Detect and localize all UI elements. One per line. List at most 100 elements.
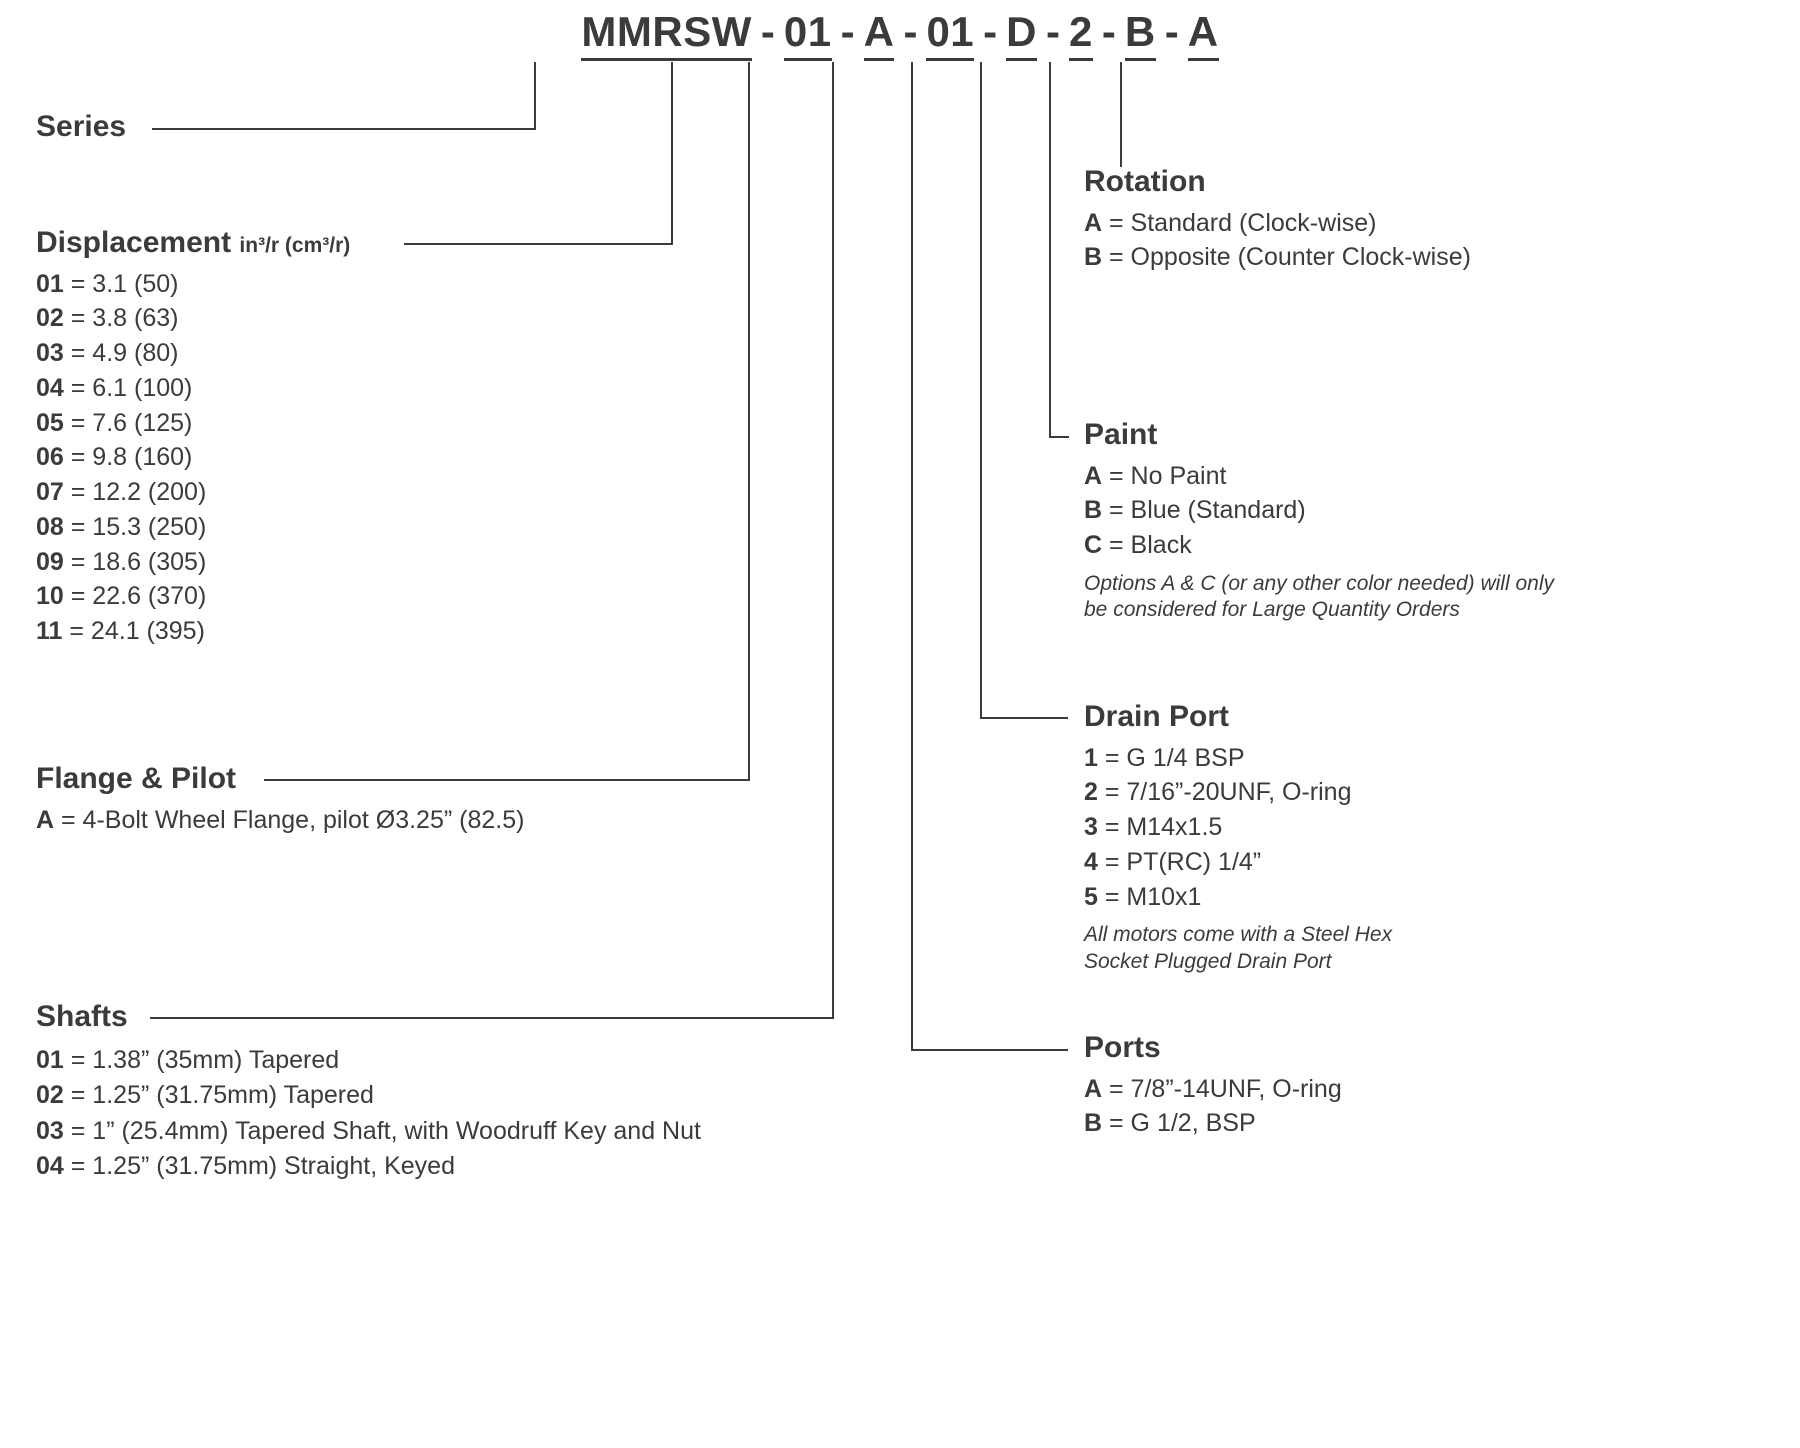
leader-line-displacement-vertical — [671, 62, 673, 245]
leader-line-series-horizontal — [152, 128, 536, 130]
option-row: 02 = 1.25” (31.75mm) Tapered — [36, 1078, 701, 1114]
option-key: B — [1084, 496, 1103, 525]
leader-line-ports-vertical — [911, 62, 913, 1050]
paint-note: Options A & C (or any other color needed… — [1084, 571, 1554, 621]
option-row: 06 = 9.8 (160) — [36, 440, 350, 475]
option-value: = 9.8 (160) — [70, 443, 193, 472]
code-segment-series: MMRSW — [581, 8, 752, 61]
section-displacement: Displacement in³/r (cm³/r) 01 = 3.1 (50)… — [36, 226, 350, 649]
option-key: 02 — [36, 304, 64, 333]
section-rotation: Rotation A = Standard (Clock-wise) B = O… — [1084, 165, 1471, 275]
option-row: 10 = 22.6 (370) — [36, 579, 350, 614]
option-value: = M14x1.5 — [1104, 813, 1223, 841]
model-code-diagram: MMRSW -01- A -01- D -2- B - A Series Displacemen… — [0, 0, 1800, 1448]
displacement-unit-label: in³/r (cm³/r) — [239, 234, 351, 257]
option-row: 2 = 7/16”-20UNF, O-ring — [1084, 775, 1419, 810]
leader-line-drain-port-vertical — [980, 62, 982, 718]
option-value: = PT(RC) 1/4” — [1104, 847, 1262, 876]
section-shafts: Shafts 01 = 1.38” (35mm) Tapered 02 = 1.… — [36, 1000, 701, 1185]
code-separator: - — [1101, 8, 1116, 55]
option-row: B = G 1/2, BSP — [1084, 1106, 1342, 1141]
option-key: 5 — [1084, 882, 1098, 911]
leader-line-displacement-horizontal — [404, 243, 673, 245]
code-segment-displacement: 01 — [783, 8, 832, 61]
option-value: = Black — [1109, 531, 1192, 559]
option-value: = M10x1 — [1104, 882, 1202, 911]
option-key: 11 — [36, 617, 63, 645]
option-value: = 1” (25.4mm) Tapered Shaft, with Woodru… — [70, 1116, 701, 1145]
option-row: 5 = M10x1 — [1084, 880, 1419, 915]
option-key: 03 — [36, 1116, 64, 1145]
option-value: = 18.6 (305) — [70, 547, 207, 576]
option-key: 1 — [1084, 743, 1098, 772]
option-row: 01 = 3.1 (50) — [36, 267, 350, 302]
displacement-title-text: Displacement — [36, 226, 232, 259]
section-flange-pilot: Flange & Pilot A = 4-Bolt Wheel Flange, … — [36, 762, 524, 837]
option-key: 08 — [36, 512, 64, 541]
option-value: = 3.8 (63) — [70, 304, 179, 333]
option-key: 02 — [36, 1081, 64, 1109]
option-row: 03 = 4.9 (80) — [36, 336, 350, 371]
leader-line-rotation-vertical — [1120, 62, 1122, 167]
code-segment-shaft: 01 — [926, 8, 975, 61]
section-displacement-title: Displacement in³/r (cm³/r) — [36, 226, 350, 261]
option-row: A = Standard (Clock-wise) — [1084, 206, 1471, 241]
leader-line-drain-port-horizontal — [980, 717, 1068, 719]
leader-line-series-vertical — [534, 62, 536, 130]
leader-line-flange-vertical — [748, 62, 750, 780]
option-row: 03 = 1” (25.4mm) Tapered Shaft, with Woo… — [36, 1114, 701, 1150]
option-value: = Opposite (Counter Clock-wise) — [1109, 243, 1471, 272]
code-segment-ports: D — [1006, 8, 1038, 61]
code-segment-drain-port: 2 — [1069, 8, 1093, 61]
option-key: 07 — [36, 478, 64, 506]
code-segment-flange: A — [863, 8, 895, 61]
option-value: = 1.38” (35mm) Tapered — [70, 1045, 340, 1074]
option-value: = Standard (Clock-wise) — [1109, 208, 1377, 237]
option-row: 11 = 24.1 (395) — [36, 614, 350, 649]
option-value: = 22.6 (370) — [70, 582, 207, 611]
leader-line-shafts-vertical — [832, 62, 834, 1018]
code-separator: - — [983, 8, 998, 55]
option-key: 06 — [36, 443, 64, 472]
leader-line-ports-horizontal — [911, 1049, 1068, 1051]
option-row: 3 = M14x1.5 — [1084, 810, 1419, 845]
option-value: = 1.25” (31.75mm) Tapered — [70, 1081, 374, 1109]
section-ports-title: Ports — [1084, 1031, 1161, 1064]
section-drain-port-title: Drain Port — [1084, 700, 1230, 733]
option-value: = 1.25” (31.75mm) Straight, Keyed — [70, 1152, 455, 1180]
option-row: 04 = 6.1 (100) — [36, 371, 350, 406]
option-row: 05 = 7.6 (125) — [36, 406, 350, 441]
code-segment-rotation: A — [1187, 8, 1219, 61]
section-rotation-title: Rotation — [1084, 165, 1206, 198]
option-value: = 3.1 (50) — [70, 269, 179, 298]
option-value: = No Paint — [1109, 461, 1227, 490]
option-value: = 7/16”-20UNF, O-ring — [1104, 778, 1352, 807]
option-row: B = Opposite (Counter Clock-wise) — [1084, 240, 1471, 275]
option-row: 08 = 15.3 (250) — [36, 510, 350, 545]
option-key: B — [1084, 1109, 1103, 1138]
option-key: 2 — [1084, 778, 1098, 807]
option-key: A — [36, 805, 55, 834]
option-value: = 15.3 (250) — [70, 512, 207, 541]
option-row: 04 = 1.25” (31.75mm) Straight, Keyed — [36, 1149, 701, 1185]
option-row: C = Black — [1084, 528, 1554, 563]
option-value: = 24.1 (395) — [69, 617, 205, 645]
option-key: 04 — [36, 373, 64, 402]
option-value: = G 1/4 BSP — [1104, 743, 1245, 772]
code-separator: - — [903, 8, 918, 55]
option-key: B — [1084, 243, 1103, 272]
option-value: = 12.2 (200) — [70, 478, 207, 506]
option-value: = 4-Bolt Wheel Flange, pilot Ø3.25” (82.… — [61, 805, 525, 834]
section-paint-title: Paint — [1084, 418, 1158, 451]
section-shafts-title: Shafts — [36, 1000, 128, 1033]
section-drain-port: Drain Port 1 = G 1/4 BSP 2 = 7/16”-20UNF… — [1084, 700, 1419, 975]
code-segment-paint: B — [1124, 8, 1156, 61]
option-row: A = 4-Bolt Wheel Flange, pilot Ø3.25” (8… — [36, 803, 524, 838]
option-row: 07 = 12.2 (200) — [36, 475, 350, 510]
option-row: 4 = PT(RC) 1/4” — [1084, 845, 1419, 880]
option-row: 02 = 3.8 (63) — [36, 301, 350, 336]
option-value: = 7.6 (125) — [70, 408, 193, 437]
option-row: 1 = G 1/4 BSP — [1084, 741, 1419, 776]
option-row: A = 7/8”-14UNF, O-ring — [1084, 1072, 1342, 1107]
option-value: = Blue (Standard) — [1109, 496, 1306, 525]
